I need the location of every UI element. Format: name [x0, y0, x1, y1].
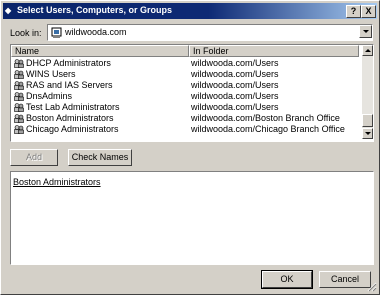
close-button[interactable]: X: [361, 5, 376, 18]
vertical-scrollbar[interactable]: [362, 45, 373, 139]
chevron-down-icon[interactable]: [359, 25, 372, 38]
results-list[interactable]: Name In Folder DHCP Administrators wildwo…: [10, 44, 374, 142]
scroll-down-button[interactable]: [362, 128, 373, 139]
selected-objects-box[interactable]: Boston Administrators: [10, 171, 374, 265]
row-folder: wildwooda.com/Boston Branch Office: [191, 113, 340, 123]
list-row[interactable]: DHCP Administrators wildwooda.com/Users: [11, 58, 359, 69]
column-header-in-folder[interactable]: In Folder: [189, 45, 359, 57]
row-name: DnsAdmins: [26, 91, 73, 101]
look-in-label: Look in:: [10, 28, 42, 38]
list-row[interactable]: Test Lab Administrators wildwooda.com/Use…: [11, 102, 359, 113]
row-name: Boston Administrators: [26, 113, 114, 123]
column-header-name[interactable]: Name: [11, 45, 189, 57]
row-folder: wildwooda.com/Users: [191, 102, 279, 112]
title-bar[interactable]: ◆ Select Users, Computers, or Groups ? X: [3, 3, 377, 19]
group-icon: [14, 70, 24, 79]
group-icon: [14, 92, 24, 101]
scroll-up-button[interactable]: [362, 45, 373, 56]
resize-grip-icon[interactable]: [367, 282, 377, 292]
group-icon: [14, 125, 24, 134]
group-icon: [14, 114, 24, 123]
window-title: Select Users, Computers, or Groups: [17, 5, 173, 15]
window-icon: ◆: [5, 6, 12, 15]
dialog-window: ◆ Select Users, Computers, or Groups ? X…: [0, 0, 380, 295]
list-header: Name In Folder: [11, 45, 359, 57]
add-button[interactable]: Add: [10, 149, 58, 166]
row-folder: wildwooda.com/Users: [191, 91, 279, 101]
row-name: Test Lab Administrators: [26, 102, 120, 112]
row-name: RAS and IAS Servers: [26, 80, 113, 90]
list-row[interactable]: DnsAdmins wildwooda.com/Users: [11, 91, 359, 102]
selected-item[interactable]: Boston Administrators: [13, 177, 101, 187]
cancel-button[interactable]: Cancel: [319, 271, 371, 288]
row-folder: wildwooda.com/Users: [191, 80, 279, 90]
list-row[interactable]: WINS Users wildwooda.com/Users: [11, 69, 359, 80]
row-name: DHCP Administrators: [26, 58, 111, 68]
row-name: Chicago Administrators: [26, 124, 119, 134]
ok-button[interactable]: OK: [261, 270, 313, 289]
list-row[interactable]: Chicago Administrators wildwooda.com/Chic…: [11, 124, 359, 135]
look-in-dropdown[interactable]: wildwooda.com: [47, 24, 373, 41]
group-icon: [14, 103, 24, 112]
scroll-thumb[interactable]: [362, 114, 373, 127]
row-name: WINS Users: [26, 69, 76, 79]
list-row[interactable]: RAS and IAS Servers wildwooda.com/Users: [11, 80, 359, 91]
row-folder: wildwooda.com/Users: [191, 69, 279, 79]
check-names-button[interactable]: Check Names: [68, 149, 132, 166]
group-icon: [14, 59, 24, 68]
domain-icon: [51, 27, 62, 38]
look-in-value: wildwooda.com: [65, 27, 127, 37]
row-folder: wildwooda.com/Users: [191, 58, 279, 68]
list-row[interactable]: Boston Administrators wildwooda.com/Bosto…: [11, 113, 359, 124]
list-rows: DHCP Administrators wildwooda.com/Users WI…: [11, 58, 359, 135]
row-folder: wildwooda.com/Chicago Branch Office: [191, 124, 345, 134]
help-button[interactable]: ?: [346, 5, 361, 18]
group-icon: [14, 81, 24, 90]
